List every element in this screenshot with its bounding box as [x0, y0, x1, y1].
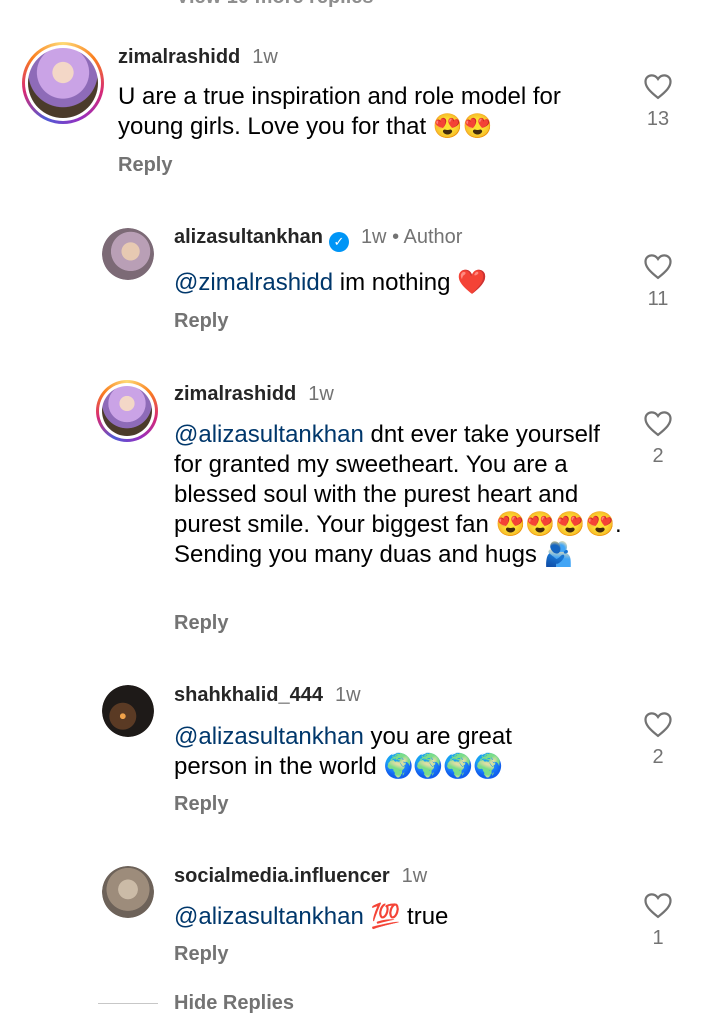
- comment-body: 💯 true: [363, 903, 449, 930]
- like-control[interactable]: 2: [638, 710, 678, 769]
- reply-button[interactable]: Reply: [174, 310, 228, 333]
- like-control[interactable]: 1: [638, 891, 678, 950]
- heart-outline-icon[interactable]: [643, 72, 673, 100]
- comment-text: U are a true inspiration and role model …: [118, 82, 618, 142]
- avatar[interactable]: [22, 42, 104, 124]
- mention-link[interactable]: @zimalrashidd: [174, 269, 333, 296]
- heart-outline-icon[interactable]: [643, 252, 673, 280]
- comment-body: im nothing ❤️: [333, 269, 488, 296]
- reply-button[interactable]: Reply: [174, 943, 228, 966]
- divider-line: [98, 1003, 158, 1004]
- avatar[interactable]: [102, 866, 154, 918]
- timestamp: 1w: [308, 383, 334, 405]
- mention-link[interactable]: @alizasultankhan: [174, 903, 364, 930]
- comment-meta: shahkhalid_444 1w: [174, 684, 361, 707]
- comment-meta: zimalrashidd 1w: [174, 383, 334, 406]
- username[interactable]: socialmedia.influencer: [174, 865, 390, 887]
- heart-outline-icon[interactable]: [643, 891, 673, 919]
- like-control[interactable]: 11: [638, 252, 678, 311]
- timestamp: 1w: [334, 684, 361, 706]
- avatar[interactable]: [102, 685, 154, 737]
- like-count: 11: [647, 288, 669, 310]
- comment-body: U are a true inspiration and role model …: [118, 83, 561, 140]
- comment-meta: zimalrashidd 1w: [118, 46, 278, 69]
- reply-button[interactable]: Reply: [174, 793, 228, 816]
- heart-outline-icon[interactable]: [643, 710, 673, 738]
- comment-text: @alizasultankhan dnt ever take yourself …: [174, 420, 624, 570]
- comment-text: @alizasultankhan 💯 true: [174, 902, 614, 932]
- like-control[interactable]: 13: [638, 72, 678, 131]
- mention-link[interactable]: @alizasultankhan: [174, 421, 364, 448]
- comment-text: @zimalrashidd im nothing ❤️: [174, 268, 614, 298]
- author-badge: • Author: [392, 226, 463, 248]
- username[interactable]: alizasultankhan: [174, 226, 323, 248]
- timestamp: 1w: [252, 46, 278, 68]
- comment-text: @alizasultankhan you are great person in…: [174, 722, 554, 782]
- avatar[interactable]: [96, 380, 158, 442]
- reply-button[interactable]: Reply: [174, 612, 228, 635]
- timestamp: 1w: [401, 865, 428, 887]
- like-count: 2: [652, 746, 664, 768]
- username[interactable]: zimalrashidd: [174, 383, 296, 405]
- like-count: 1: [652, 927, 664, 949]
- hide-replies-button[interactable]: Hide Replies: [174, 992, 294, 1015]
- reply-button[interactable]: Reply: [118, 154, 172, 177]
- comment-meta: socialmedia.influencer 1w: [174, 865, 427, 888]
- mention-link[interactable]: @alizasultankhan: [174, 723, 364, 750]
- like-count: 2: [652, 445, 664, 467]
- verified-badge-icon: ✓: [328, 232, 349, 252]
- timestamp: 1w: [360, 226, 387, 248]
- username[interactable]: shahkhalid_444: [174, 684, 323, 706]
- like-count: 13: [646, 108, 670, 130]
- like-control[interactable]: 2: [638, 409, 678, 468]
- avatar[interactable]: [102, 228, 154, 280]
- comment: zimalrashidd 1w U are a true inspiration …: [0, 0, 709, 190]
- heart-outline-icon[interactable]: [643, 409, 673, 437]
- comment-meta: alizasultankhan ✓ 1w • Author: [174, 226, 462, 252]
- username[interactable]: zimalrashidd: [118, 46, 240, 68]
